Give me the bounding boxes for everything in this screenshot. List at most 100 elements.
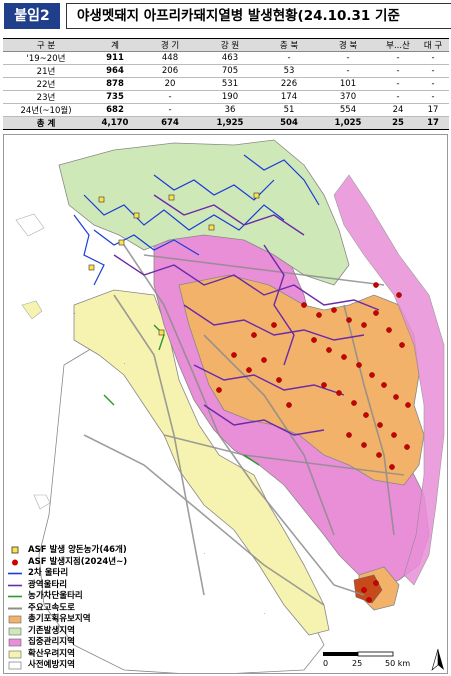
table-cell: '19~20년 [3, 51, 89, 65]
attachment-badge: 붙임2 [4, 3, 60, 29]
table-cell: - [379, 51, 417, 65]
table-cell: 51 [261, 103, 317, 117]
table-cell: - [417, 90, 449, 104]
table-cell: 17 [417, 103, 449, 117]
outbreak-dot [301, 302, 307, 308]
scale-bar: 0 25 50 km [321, 650, 416, 672]
coast-island [21, 300, 43, 320]
legend-label: 총기포획유보지역 [28, 614, 91, 624]
col-header: 대 구 [417, 38, 449, 52]
legend-label: 주요고속도로 [28, 602, 75, 613]
table-cell: 24년(~10월) [3, 103, 89, 117]
outbreak-dot [366, 597, 372, 603]
table-cell: 24 [379, 103, 417, 117]
outbreak-dot [311, 337, 317, 343]
outbreak-dot [341, 354, 347, 360]
outbreak-dot [399, 342, 405, 348]
outbreak-dot [376, 452, 382, 458]
outbreak-dot [351, 400, 357, 406]
outbreak-dot [373, 282, 379, 288]
legend-item: 기존발생지역 [8, 626, 178, 638]
coast-island [33, 494, 51, 510]
map-legend: ASF 발생 양돈농가(46개) ASF 발생지점(2024년~) 2차 울타리… [8, 545, 178, 672]
outbreak-dot [326, 347, 332, 353]
table-row: '19~20년 911 448 463 - - - - [3, 51, 449, 65]
outbreak-dot [389, 464, 395, 470]
white-area-icon [8, 661, 22, 670]
farm-marker [88, 264, 95, 271]
legend-item: ASF 발생 양돈농가(46개) [8, 545, 178, 557]
outbreak-dot [381, 382, 387, 388]
table-cell: 17 [417, 116, 449, 130]
outbreak-dot [386, 327, 392, 333]
scale-label: 50 km [385, 659, 410, 668]
table-row: 21년 964 206 705 53 - - - [3, 64, 449, 78]
table-cell: - [317, 51, 379, 65]
coast-island [15, 213, 45, 237]
outbreak-dot [231, 352, 237, 358]
outbreak-dot [391, 432, 397, 438]
legend-label: ASF 발생 양돈농가(46개) [28, 545, 127, 555]
farm-marker [253, 192, 260, 199]
legend-label: 농가차단울타리 [28, 591, 83, 601]
table-cell: 1,925 [199, 116, 261, 130]
legend-item: 주요고속도로 [8, 603, 178, 615]
farm-marker [208, 224, 215, 231]
scale-label: 25 [352, 659, 362, 668]
table-cell: 23년 [3, 90, 89, 104]
table-cell: 101 [317, 77, 379, 91]
table-total-row: 총 계 4,170 674 1,925 504 1,025 25 17 [3, 116, 449, 130]
table-row: 23년 735 - 190 174 370 - - [3, 90, 449, 104]
pink-area-icon [8, 638, 22, 647]
farm-marker [118, 239, 125, 246]
outbreak-dot [246, 367, 252, 373]
col-header: 경 북 [317, 38, 379, 52]
table-cell: 206 [141, 64, 199, 78]
table-cell: 735 [89, 90, 141, 104]
table-cell: - [141, 90, 199, 104]
legend-item: 광역울타리 [8, 580, 178, 592]
legend-item: 집중관리지역 [8, 637, 178, 649]
outbreak-dot [261, 357, 267, 363]
table-cell: 174 [261, 90, 317, 104]
legend-label: 기존발생지역 [28, 625, 75, 636]
table-header-row: 구 분 계 경 기 강 원 충 북 경 북 부...산 대 구 [3, 38, 449, 52]
table-row: 22년 878 20 531 226 101 - - [3, 77, 449, 91]
outbreak-dot [216, 387, 222, 393]
table-cell: - [379, 64, 417, 78]
table-cell: 25 [379, 116, 417, 130]
table-cell: 682 [89, 103, 141, 117]
red-dot-icon [8, 558, 22, 567]
table-cell: - [417, 77, 449, 91]
table-cell: 448 [141, 51, 199, 65]
table-cell: 총 계 [3, 116, 89, 130]
table-cell: 36 [199, 103, 261, 117]
header: 붙임2 야생멧돼지 아프리카돼지열병 발생현황(24.10.31 기준 [0, 0, 451, 34]
table-cell: 53 [261, 64, 317, 78]
table-cell: 1,025 [317, 116, 379, 130]
legend-item: 농가차단울타리 [8, 591, 178, 603]
legend-item: 확산우려지역 [8, 649, 178, 661]
table-cell: - [317, 64, 379, 78]
outbreak-dot [286, 402, 292, 408]
scale-label: 0 [323, 659, 328, 668]
outbreak-dot [369, 372, 375, 378]
outbreak-dot [363, 412, 369, 418]
farm-marker [158, 329, 165, 336]
table-cell: 554 [317, 103, 379, 117]
col-header: 경 기 [141, 38, 199, 52]
table-cell: 878 [89, 77, 141, 91]
page-title: 야생멧돼지 아프리카돼지열병 발생현황(24.10.31 기준 [66, 3, 451, 29]
col-header: 충 북 [261, 38, 317, 52]
blue-line-icon [8, 569, 22, 578]
col-header: 강 원 [199, 38, 261, 52]
outbreak-dot [405, 402, 411, 408]
table-cell: 705 [199, 64, 261, 78]
table-cell: 226 [261, 77, 317, 91]
legend-item: 총기포획유보지역 [8, 614, 178, 626]
outbreak-dot [396, 292, 402, 298]
col-header: 부...산 [379, 38, 417, 52]
outbreak-dot [361, 322, 367, 328]
table-cell: 20 [141, 77, 199, 91]
green-line-icon [8, 592, 22, 601]
